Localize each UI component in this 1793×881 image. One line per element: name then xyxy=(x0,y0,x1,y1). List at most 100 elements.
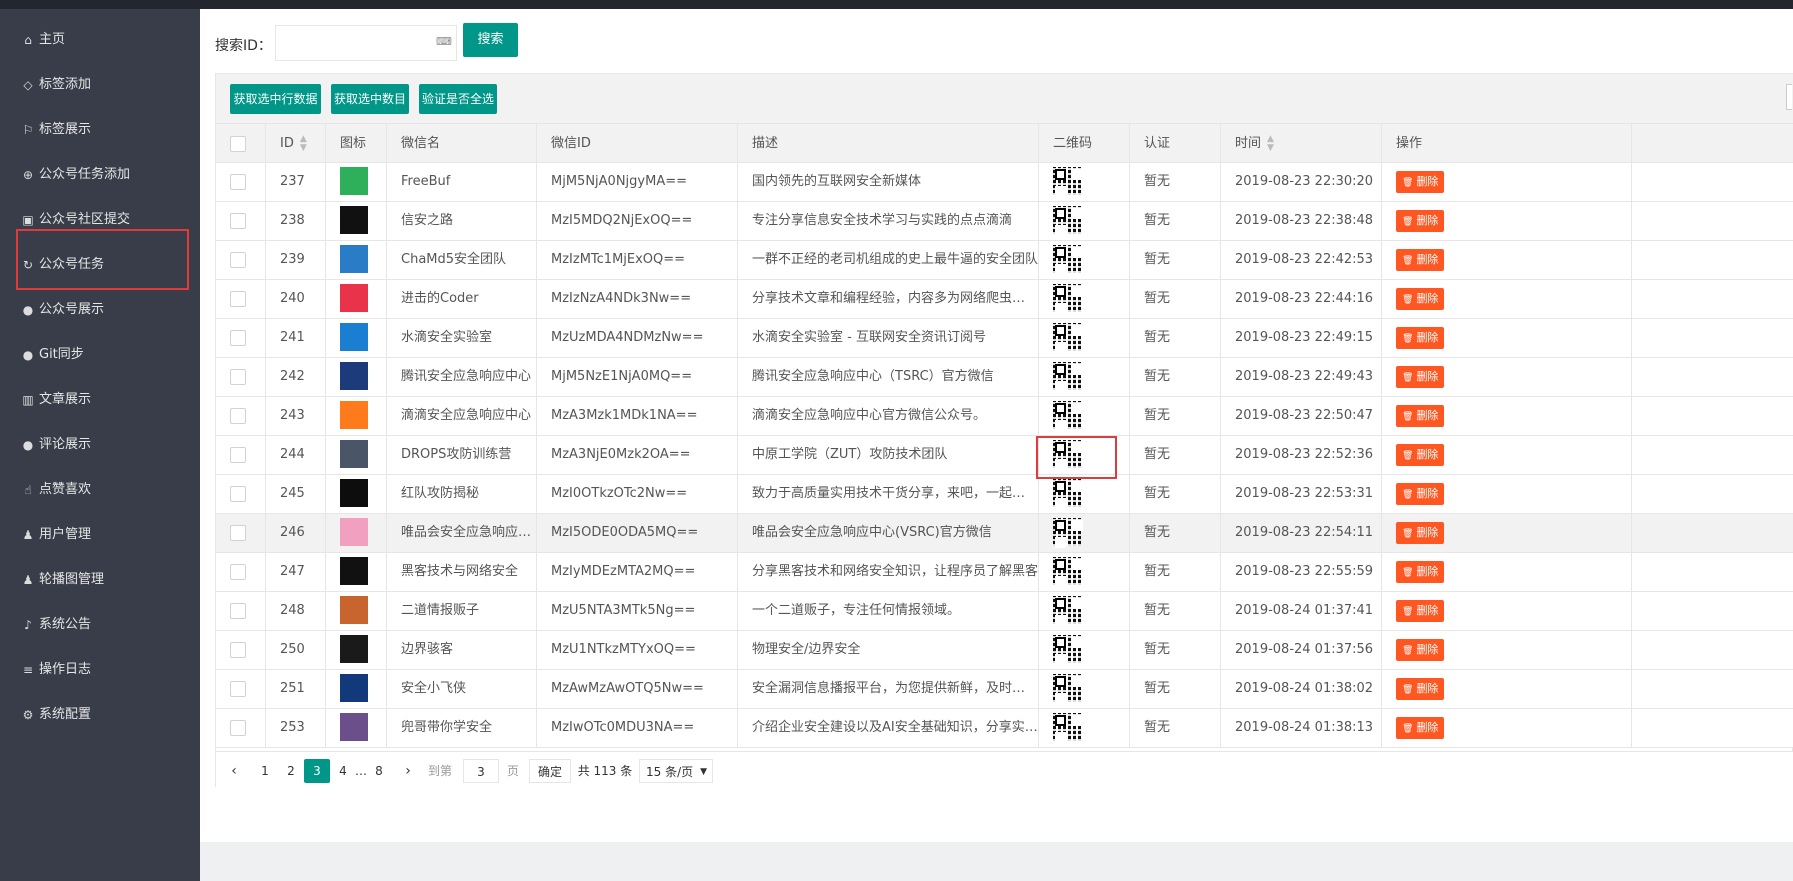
delete-button[interactable]: 🗑 删除 xyxy=(1396,521,1445,544)
get-selected-count-button[interactable]: 获取选中数目 xyxy=(331,84,409,114)
qrcode-image[interactable] xyxy=(1053,361,1081,390)
qrcode-image[interactable] xyxy=(1053,517,1081,546)
id-cell: 244 xyxy=(266,436,326,474)
delete-label: 删除 xyxy=(1416,564,1439,578)
row-checkbox[interactable] xyxy=(230,563,246,580)
search-input[interactable]: ⌨ xyxy=(275,25,457,61)
header-time[interactable]: 时间 ▲ ▼ xyxy=(1221,124,1382,163)
sidebar-item[interactable]: ⊕ 公众号任务添加 xyxy=(20,162,130,188)
next-page-button[interactable]: › xyxy=(398,759,418,783)
sidebar-item[interactable]: ▥ 文章展示 xyxy=(20,387,91,413)
sidebar-item-label: 文章展示 xyxy=(39,392,92,407)
sidebar-item[interactable]: ● 公众号展示 xyxy=(20,297,104,323)
qrcode-image[interactable] xyxy=(1053,166,1081,195)
page-1[interactable]: 1 xyxy=(254,759,276,783)
sidebar-item[interactable]: ♟ 轮播图管理 xyxy=(20,567,104,593)
qrcode-image[interactable] xyxy=(1053,283,1081,312)
qrcode-image[interactable] xyxy=(1053,634,1081,663)
sidebar-item[interactable]: ⚙ 系统配置 xyxy=(20,702,91,728)
sidebar-item[interactable]: ⚐ 标签展示 xyxy=(20,117,91,143)
delete-button[interactable]: 🗑 删除 xyxy=(1396,326,1445,349)
qrcode-image[interactable] xyxy=(1053,556,1081,585)
page-8[interactable]: 8 xyxy=(368,759,390,783)
row-checkbox[interactable] xyxy=(230,173,246,190)
search-button[interactable]: 搜索 xyxy=(463,23,518,57)
row-checkbox[interactable] xyxy=(230,251,246,268)
goto-page-input[interactable]: 3 xyxy=(463,759,499,783)
qrcode-image[interactable] xyxy=(1053,244,1081,273)
delete-button[interactable]: 🗑 删除 xyxy=(1396,443,1445,466)
trash-icon: 🗑 xyxy=(1402,333,1414,344)
delete-button[interactable]: 🗑 删除 xyxy=(1396,365,1445,388)
delete-button[interactable]: 🗑 删除 xyxy=(1396,560,1445,583)
row-checkbox[interactable] xyxy=(230,329,246,346)
delete-button[interactable]: 🗑 删除 xyxy=(1396,638,1445,661)
time-cell: 2019-08-23 22:44:16 xyxy=(1221,280,1382,318)
page-size-select[interactable]: 15 条/页 ▼ xyxy=(639,759,713,783)
row-checkbox[interactable] xyxy=(230,524,246,541)
delete-button[interactable]: 🗑 删除 xyxy=(1396,170,1445,193)
icon-cell xyxy=(326,163,387,201)
row-checkbox[interactable] xyxy=(230,446,246,463)
sidebar-item[interactable]: ♟ 用户管理 xyxy=(20,522,91,548)
row-checkbox[interactable] xyxy=(230,680,246,697)
toolbar-filter-tool[interactable] xyxy=(1786,84,1792,110)
select-all-checkbox[interactable] xyxy=(230,135,246,152)
page-3-current[interactable]: 3 xyxy=(304,759,330,783)
check-all-selected-button[interactable]: 验证是否全选 xyxy=(419,84,497,114)
qrcode-image[interactable] xyxy=(1053,322,1081,351)
sidebar-item[interactable]: ≡ 操作日志 xyxy=(20,657,91,683)
row-checkbox[interactable] xyxy=(230,485,246,502)
id-cell: 247 xyxy=(266,553,326,591)
sidebar-item[interactable]: ● 评论展示 xyxy=(20,432,91,458)
header-id[interactable]: ID ▲ ▼ xyxy=(266,124,326,163)
delete-button[interactable]: 🗑 删除 xyxy=(1396,404,1445,427)
table-row: 240 进击的Coder MzIzNzA4NDk3Nw== 分享技术文章和编程经验，内… xyxy=(216,280,1793,319)
page-2[interactable]: 2 xyxy=(280,759,302,783)
qrcode-image[interactable] xyxy=(1053,478,1081,507)
prev-page-button[interactable]: ‹ xyxy=(224,759,244,783)
delete-button[interactable]: 🗑 删除 xyxy=(1396,482,1445,505)
qrcode-image[interactable] xyxy=(1053,712,1081,741)
goto-confirm-button[interactable]: 确定 xyxy=(529,759,571,783)
sidebar-item[interactable]: ☝ 点赞喜欢 xyxy=(20,477,91,503)
sidebar-item[interactable]: ⌂ 主页 xyxy=(20,27,65,53)
delete-button[interactable]: 🗑 删除 xyxy=(1396,677,1445,700)
time-cell: 2019-08-23 22:50:47 xyxy=(1221,397,1382,435)
checkbox-cell xyxy=(216,592,266,630)
qrcode-image[interactable] xyxy=(1053,673,1081,702)
qrcode-image[interactable] xyxy=(1053,595,1081,624)
sidebar-item[interactable]: ● Git同步 xyxy=(20,342,84,368)
sidebar-item[interactable]: ♪ 系统公告 xyxy=(20,612,91,638)
row-checkbox[interactable] xyxy=(230,290,246,307)
row-checkbox[interactable] xyxy=(230,368,246,385)
sidebar-item-label: Git同步 xyxy=(39,347,84,362)
page-4[interactable]: 4 xyxy=(332,759,354,783)
actions-cell: 🗑 删除 xyxy=(1382,436,1632,474)
row-checkbox[interactable] xyxy=(230,719,246,736)
delete-button[interactable]: 🗑 删除 xyxy=(1396,599,1445,622)
row-checkbox[interactable] xyxy=(230,407,246,424)
trash-icon: 🗑 xyxy=(1402,567,1414,578)
row-checkbox[interactable] xyxy=(230,602,246,619)
auth-cell: 暂无 xyxy=(1130,358,1221,396)
delete-button[interactable]: 🗑 删除 xyxy=(1396,209,1445,232)
sidebar-item[interactable]: ◇ 标签添加 xyxy=(20,72,91,98)
sort-icon[interactable]: ▲ ▼ xyxy=(1267,134,1274,153)
delete-button[interactable]: 🗑 删除 xyxy=(1396,716,1445,739)
delete-button[interactable]: 🗑 删除 xyxy=(1396,287,1445,310)
delete-button[interactable]: 🗑 删除 xyxy=(1396,248,1445,271)
time-cell: 2019-08-23 22:49:43 xyxy=(1221,358,1382,396)
row-checkbox[interactable] xyxy=(230,212,246,229)
wechat-name-cell: 兜哥带你学安全 xyxy=(387,709,537,747)
qrcode-image[interactable] xyxy=(1053,205,1081,234)
time-cell: 2019-08-23 22:52:36 xyxy=(1221,436,1382,474)
keyboard-icon[interactable]: ⌨ xyxy=(436,35,452,51)
row-checkbox[interactable] xyxy=(230,641,246,658)
description-cell: 专注分享信息安全技术学习与实践的点点滴滴 xyxy=(738,202,1039,240)
qrcode-image[interactable] xyxy=(1053,400,1081,429)
get-selected-rows-button[interactable]: 获取选中行数据 xyxy=(230,84,321,114)
description-cell: 一个二道贩子，专注任何情报领域。 xyxy=(738,592,1039,630)
sort-icon[interactable]: ▲ ▼ xyxy=(300,134,307,153)
checkbox-cell xyxy=(216,202,266,240)
